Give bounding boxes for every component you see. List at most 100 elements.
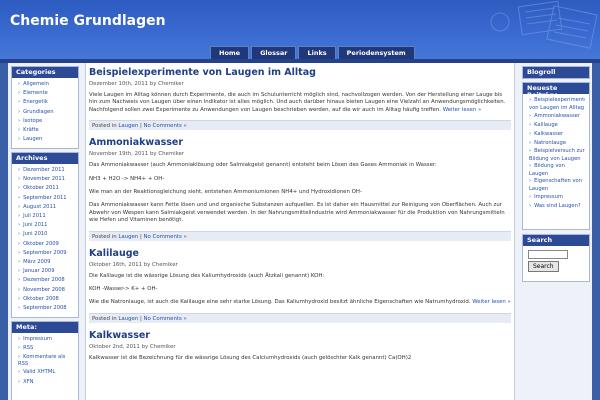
read-more-link[interactable]: Weiter lesen »: [443, 107, 482, 113]
archive-link[interactable]: September 2008: [18, 304, 74, 313]
nav-periodensystem[interactable]: Periodensystem: [337, 46, 415, 59]
archive-link[interactable]: Dezember 2011: [18, 166, 74, 175]
recent-post-link[interactable]: Impressum: [529, 193, 585, 202]
recent-post-link[interactable]: Natronlauge: [529, 139, 585, 148]
meta-link[interactable]: Valid XHTML: [18, 368, 74, 377]
post-paragraph: Kalkwasser ist die Bezeichnung für die w…: [89, 354, 412, 361]
search-widget: Search Search: [522, 234, 590, 282]
post-paragraph: Die Kalilauge ist die wässrige Lösung de…: [89, 272, 325, 279]
recent-posts-title: Neueste Beiträge: [523, 83, 589, 99]
archive-link[interactable]: Januar 2009: [18, 267, 74, 276]
post-body: Die Kalilauge ist die wässrige Lösung de…: [89, 273, 511, 307]
category-link[interactable]: Grundlagen: [18, 108, 74, 117]
main-nav: Home Glossar Links Periodensystem: [210, 46, 415, 59]
recent-posts-widget: Neueste Beiträge Beispielexperimente von…: [522, 82, 590, 230]
post-footer: Posted in Laugen | No Comments »: [89, 120, 511, 131]
archive-link[interactable]: August 2011: [18, 203, 74, 212]
post-meta: Dezember 10th, 2011 by Chemiker: [89, 81, 184, 87]
blogroll-widget: Blogroll: [522, 66, 590, 79]
recent-post-link[interactable]: Beispielexperimente von Laugen im Alltag: [529, 97, 585, 112]
archive-link[interactable]: Oktober 2011: [18, 184, 74, 193]
archive-link[interactable]: November 2008: [18, 286, 74, 295]
post: Ammoniakwasser November 19th, 2011 by Ch…: [89, 137, 511, 241]
archive-link[interactable]: Dezember 2008: [18, 276, 74, 285]
category-link[interactable]: Isotope: [18, 117, 74, 126]
nav-home[interactable]: Home: [210, 46, 250, 59]
read-more-link[interactable]: Weiter lesen »: [472, 299, 511, 305]
post-comments-link[interactable]: No Comments »: [144, 316, 187, 322]
archives-title: Archives: [12, 153, 78, 164]
meta-link[interactable]: Impressum: [18, 335, 74, 344]
post-meta: Oktober 16th, 2011 by Chemiker: [89, 261, 178, 268]
post-title[interactable]: Kalkwasser: [89, 330, 511, 341]
recent-post-link[interactable]: Kalkwasser: [529, 130, 585, 139]
recent-post-link[interactable]: Was sind Laugen?: [529, 202, 585, 211]
post: Kalilauge Oktober 16th, 2011 by Chemiker…: [89, 248, 511, 323]
categories-widget: Categories Allgemein Elemente Energetik …: [11, 66, 79, 149]
category-link[interactable]: Kräfte: [18, 126, 74, 135]
post-title[interactable]: Beispielexperimente von Laugen im Alltag: [89, 67, 511, 78]
archives-widget: Archives Dezember 2011 November 2011 Okt…: [11, 152, 79, 318]
post: Kalkwasser Oktober 2nd, 2011 by Chemiker…: [89, 330, 511, 362]
recent-post-link[interactable]: Ammoniakwasser: [529, 112, 585, 121]
meta-link[interactable]: XFN: [18, 378, 74, 387]
archive-link[interactable]: Juni 2010: [18, 230, 74, 239]
nav-links[interactable]: Links: [298, 46, 336, 59]
category-link[interactable]: Allgemein: [18, 80, 74, 89]
post-paragraph: Das Ammoniakwasser kann Fette lösen und …: [89, 202, 505, 224]
recent-post-link[interactable]: Beispielversuch zur Bildung von Laugen: [529, 148, 585, 163]
main-content: Beispielexperimente von Laugen im Alltag…: [85, 63, 515, 400]
search-button[interactable]: Search: [528, 261, 559, 272]
posted-in-label: Posted in: [92, 233, 117, 240]
post-body: Viele Laugen im Alltag können durch Expe…: [89, 92, 511, 114]
post-paragraph: Das Ammoniakwasser (auch Ammoniaklösung …: [89, 162, 437, 169]
post-category-link[interactable]: Laugen: [118, 123, 138, 129]
post-title[interactable]: Ammoniakwasser: [89, 137, 511, 148]
category-link[interactable]: Laugen: [18, 135, 74, 144]
posted-in-label: Posted in: [92, 315, 117, 322]
post-meta: Oktober 2nd, 2011 by Chemiker: [89, 343, 176, 350]
site-header: Chemie Grundlagen Home Glossar Links Per…: [0, 0, 600, 60]
post-category-link[interactable]: Laugen: [118, 234, 138, 240]
category-link[interactable]: Energetik: [18, 98, 74, 107]
archive-link[interactable]: Juli 2011: [18, 212, 74, 221]
posted-in-label: Posted in: [92, 123, 117, 130]
meta-widget: Meta: Impressum RSS Kommentare als RSS V…: [11, 321, 79, 400]
archive-link[interactable]: März 2009: [18, 258, 74, 267]
categories-title: Categories: [12, 67, 78, 78]
post-comments-link[interactable]: No Comments »: [144, 123, 187, 129]
post-body: Das Ammoniakwasser (auch Ammoniaklösung …: [89, 162, 511, 224]
archive-link[interactable]: Oktober 2008: [18, 295, 74, 304]
post-paragraph: Wie man an der Reaktionsgleichung sieht,…: [89, 189, 362, 196]
post-body: Kalkwasser ist die Bezeichnung für die w…: [89, 355, 511, 362]
archive-link[interactable]: September 2011: [18, 194, 74, 203]
blogroll-title: Blogroll: [523, 67, 589, 78]
post-footer: Posted in Laugen | No Comments »: [89, 312, 511, 323]
recent-post-link[interactable]: Eigenschaften von Laugen: [529, 178, 585, 193]
reaction-equation: NH3 + H2O -> NH4+ + OH-: [89, 175, 165, 182]
reaction-equation: KOH -Wasser-> K+ + OH-: [89, 286, 158, 293]
meta-link[interactable]: Kommentare als RSS: [18, 353, 74, 368]
search-title: Search: [523, 235, 589, 246]
post-paragraph: Wie die Natronlauge, ist auch die Kalila…: [89, 299, 471, 306]
search-form: Search: [523, 246, 589, 276]
post-comments-link[interactable]: No Comments »: [144, 234, 187, 240]
archive-link[interactable]: November 2011: [18, 175, 74, 184]
post: Beispielexperimente von Laugen im Alltag…: [89, 67, 511, 131]
archive-link[interactable]: Oktober 2009: [18, 240, 74, 249]
post-meta: November 19th, 2011 by Chemiker: [89, 151, 185, 158]
category-link[interactable]: Elemente: [18, 89, 74, 98]
header-decoration: [490, 0, 598, 49]
meta-title: Meta:: [12, 322, 78, 333]
nav-glossar[interactable]: Glossar: [251, 46, 297, 59]
recent-post-link[interactable]: Bildung von Laugen: [529, 163, 585, 178]
post-category-link[interactable]: Laugen: [118, 316, 138, 322]
search-input[interactable]: [528, 250, 568, 259]
site-title[interactable]: Chemie Grundlagen: [10, 13, 166, 29]
archive-link[interactable]: Juni 2011: [18, 221, 74, 230]
meta-link[interactable]: RSS: [18, 344, 74, 353]
archive-link[interactable]: September 2009: [18, 249, 74, 258]
post-title[interactable]: Kalilauge: [89, 248, 511, 259]
recent-post-link[interactable]: Kalilauge: [529, 121, 585, 130]
post-footer: Posted in Laugen | No Comments »: [89, 230, 511, 241]
